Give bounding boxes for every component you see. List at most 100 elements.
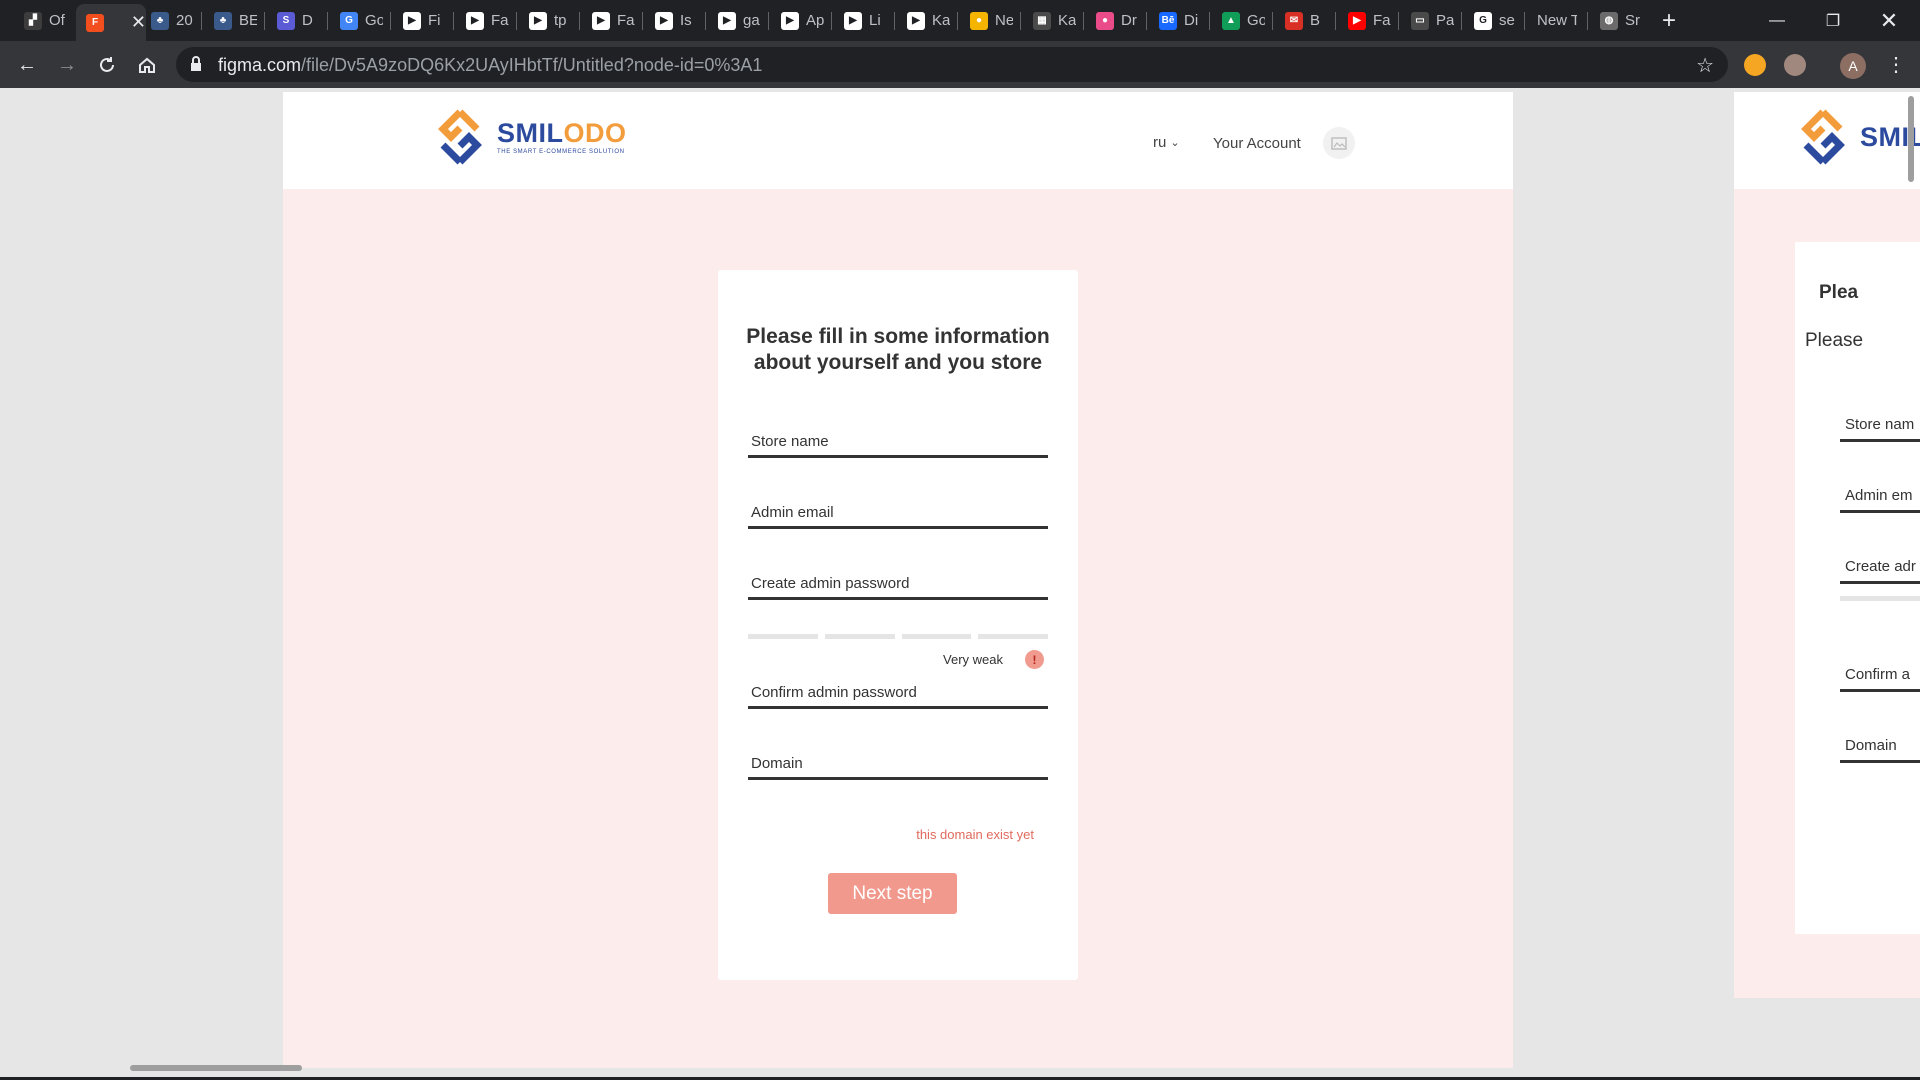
- store-name-label: Store name: [751, 433, 829, 450]
- browser-menu-icon[interactable]: ⋮: [1886, 50, 1906, 80]
- browser-tab[interactable]: ▦ Ka: [1023, 4, 1079, 37]
- domain-error-text: this domain exist yet: [916, 827, 1034, 842]
- browser-tab[interactable]: ♣ 20: [141, 4, 197, 37]
- tab-title: Go: [365, 12, 383, 29]
- url-text[interactable]: figma.com/file/Dv5A9zoDQ6Kx2UAyIHbtTf/Un…: [218, 55, 762, 76]
- confirm-password-label: Confirm admin password: [751, 684, 917, 701]
- back-button[interactable]: ←: [12, 50, 42, 80]
- next-step-button[interactable]: Next step: [828, 873, 957, 914]
- browser-tab[interactable]: ▶ Fi: [393, 4, 449, 37]
- your-account-link[interactable]: Your Account: [1213, 135, 1301, 152]
- browser-tab[interactable]: ▶ Ap: [771, 4, 827, 37]
- tab-title: Ap: [806, 12, 824, 29]
- warning-icon: !: [1025, 650, 1044, 669]
- browser-tab[interactable]: ▶ tp: [519, 4, 575, 37]
- account-image-icon[interactable]: [1323, 127, 1355, 159]
- restore-button[interactable]: ❐: [1806, 0, 1860, 41]
- browser-tab[interactable]: F ✕: [76, 4, 146, 41]
- language-selector[interactable]: ru ⌄: [1153, 134, 1180, 151]
- browser-tab[interactable]: ▶ Fa: [456, 4, 512, 37]
- secondary-domain-label: Domain: [1845, 737, 1897, 754]
- tab-title: Fa: [617, 12, 635, 29]
- tab-title: Di: [1184, 12, 1199, 29]
- browser-tab[interactable]: ▶ Li: [834, 4, 890, 37]
- reload-button[interactable]: [92, 50, 122, 80]
- tab-separator: [894, 12, 895, 30]
- horizontal-scrollbar[interactable]: [130, 1065, 302, 1071]
- smilodo-logo[interactable]: SMILODO THE SMART E-COMMERCE SOLUTION: [431, 108, 627, 166]
- domain-field[interactable]: Domain: [748, 748, 1048, 780]
- home-icon: [139, 57, 155, 73]
- browser-tab[interactable]: ● Ne: [960, 4, 1016, 37]
- bookmark-star-icon[interactable]: ☆: [1696, 53, 1714, 78]
- browser-tab[interactable]: ▭ Pa: [1401, 4, 1457, 37]
- tab-title: Ka: [932, 12, 950, 29]
- browser-tab[interactable]: ● Dr: [1086, 4, 1142, 37]
- browser-tab[interactable]: ✉ B: [1275, 4, 1331, 37]
- browser-tab[interactable]: ▶ Fa: [1338, 4, 1394, 37]
- minimize-button[interactable]: —: [1750, 0, 1804, 41]
- figma-canvas[interactable]: SMILODO THE SMART E-COMMERCE SOLUTION ru…: [0, 88, 1920, 1068]
- secondary-form-subtitle: Please: [1805, 330, 1864, 351]
- browser-tab[interactable]: ▞ Of: [14, 4, 70, 37]
- secondary-domain-field[interactable]: Domain: [1840, 731, 1920, 763]
- new-tab-button[interactable]: +: [1654, 6, 1684, 36]
- tab-favicon-icon: ◍: [1600, 11, 1618, 30]
- secondary-admin-email-field[interactable]: Admin em: [1840, 481, 1920, 513]
- tab-favicon-icon: ●: [1096, 11, 1114, 30]
- store-name-field[interactable]: Store name: [748, 426, 1048, 458]
- browser-tab[interactable]: New T: [1527, 4, 1583, 37]
- tab-favicon-icon: G: [1474, 11, 1492, 30]
- home-button[interactable]: [132, 50, 162, 80]
- tab-favicon-icon: Bē: [1159, 11, 1177, 30]
- create-password-label: Create admin password: [751, 575, 910, 592]
- tab-title: D: [302, 12, 313, 29]
- browser-tab[interactable]: SD: [267, 4, 323, 37]
- lock-icon[interactable]: [190, 56, 202, 72]
- forward-button[interactable]: →: [52, 50, 82, 80]
- admin-email-field[interactable]: Admin email: [748, 497, 1048, 529]
- tab-separator: [264, 12, 265, 30]
- secondary-store-name-field[interactable]: Store nam: [1840, 410, 1920, 442]
- browser-tab[interactable]: ▲ Go: [1212, 4, 1268, 37]
- close-window-button[interactable]: ✕: [1862, 0, 1916, 41]
- secondary-create-password-field[interactable]: Create adr: [1840, 552, 1920, 584]
- signup-form-card: Please fill in some information about yo…: [718, 270, 1078, 980]
- tab-favicon-icon: ▶: [718, 11, 736, 30]
- browser-tab[interactable]: ♣ BE: [204, 4, 260, 37]
- browser-tab[interactable]: ▶ Fa: [582, 4, 638, 37]
- tab-separator: [957, 12, 958, 30]
- browser-tab[interactable]: ◍ Sr: [1590, 4, 1646, 37]
- tab-separator: [768, 12, 769, 30]
- tab-title: Pa: [1436, 12, 1454, 29]
- tab-favicon-icon: ▦: [1033, 11, 1051, 30]
- secondary-confirm-password-label: Confirm a: [1845, 666, 1911, 683]
- secondary-confirm-password-field[interactable]: Confirm a: [1840, 660, 1920, 692]
- browser-tab[interactable]: ▶ ga: [708, 4, 764, 37]
- domain-label: Domain: [751, 755, 803, 772]
- vertical-scrollbar[interactable]: [1908, 96, 1914, 182]
- tab-favicon-icon: ♣: [214, 11, 232, 30]
- tab-favicon-icon: ♣: [151, 11, 169, 30]
- profile-avatar[interactable]: A: [1840, 53, 1866, 79]
- password-strength-meter: [748, 634, 1048, 639]
- secondary-logo: SMIL: [1794, 108, 1920, 166]
- tab-favicon-icon: ▶: [592, 11, 610, 30]
- browser-tab[interactable]: Bē Di: [1149, 4, 1205, 37]
- address-bar[interactable]: figma.com/file/Dv5A9zoDQ6Kx2UAyIHbtTf/Un…: [176, 47, 1728, 82]
- create-password-field[interactable]: Create admin password: [748, 568, 1048, 600]
- browser-tab[interactable]: Gse: [1464, 4, 1520, 37]
- browser-tab[interactable]: ▶ Is: [645, 4, 701, 37]
- design-frame-secondary[interactable]: SMIL Plea Please Store nam Admin em Crea…: [1734, 92, 1920, 998]
- tab-title: Go: [1247, 12, 1265, 29]
- tab-separator: [1083, 12, 1084, 30]
- tab-title: Li: [869, 12, 881, 29]
- confirm-password-field[interactable]: Confirm admin password: [748, 677, 1048, 709]
- tab-title: Fa: [1373, 12, 1391, 29]
- browser-tab[interactable]: G Go: [330, 4, 386, 37]
- design-frame-main[interactable]: SMILODO THE SMART E-COMMERCE SOLUTION ru…: [283, 92, 1513, 1068]
- secondary-admin-email-label: Admin em: [1845, 487, 1913, 504]
- browser-tab[interactable]: ▶ Ka: [897, 4, 953, 37]
- extension-paw-icon[interactable]: [1744, 54, 1766, 76]
- extension-icon[interactable]: [1784, 54, 1806, 76]
